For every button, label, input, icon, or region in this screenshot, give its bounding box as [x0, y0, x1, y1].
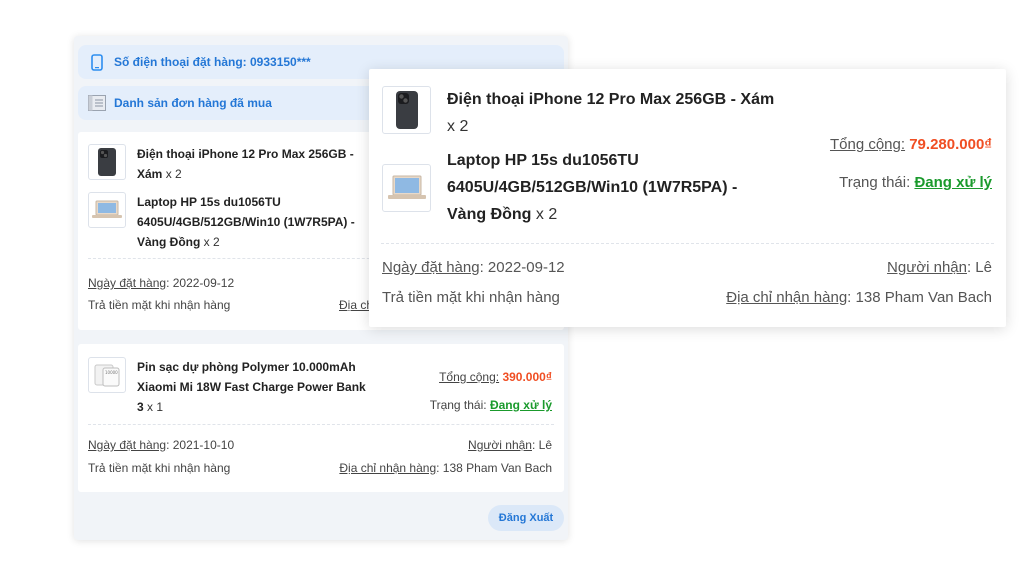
- status-link[interactable]: Đang xử lý: [914, 174, 992, 191]
- product-name[interactable]: Laptop HP 15s du1056TU 6405U/4GB/512GB/W…: [447, 147, 777, 228]
- product-qty: x 1: [147, 400, 164, 414]
- product-name[interactable]: Pin sạc dự phòng Polymer 10.000mAh Xiaom…: [137, 357, 372, 417]
- status-link[interactable]: Đang xử lý: [490, 398, 552, 412]
- powerbank-thumbnail: 10000: [88, 357, 126, 393]
- order-card[interactable]: 10000 Pin sạc dự phòng Polymer 10.000mAh…: [78, 344, 564, 492]
- svg-text:10000: 10000: [105, 370, 118, 375]
- order-item[interactable]: Điện thoại iPhone 12 Pro Max 256GB - Xám…: [382, 86, 777, 140]
- order-date: Ngày đặt hàng: 2021-10-10: [88, 438, 235, 452]
- order-item[interactable]: Điện thoại iPhone 12 Pro Max 256GB - Xám…: [88, 144, 372, 184]
- product-qty: x 2: [535, 206, 558, 223]
- purchased-list-label: Danh sản đơn hàng đã mua: [114, 96, 272, 110]
- laptop-thumbnail: [88, 192, 126, 228]
- iphone-thumbnail: [382, 86, 431, 134]
- laptop-thumbnail: [382, 164, 431, 212]
- delivery-address: Địa chỉ nhận hàng: 138 Pham Van Bach: [726, 289, 992, 306]
- order-status: Trạng thái: Đang xử lý: [429, 398, 552, 412]
- product-name[interactable]: Điện thoại iPhone 12 Pro Max 256GB - Xám…: [447, 86, 777, 140]
- product-qty: x 2: [165, 167, 182, 181]
- divider: [88, 424, 554, 425]
- product-qty: x 2: [203, 235, 220, 249]
- address-label: Địa ch: [339, 298, 374, 312]
- iphone-thumbnail: [88, 144, 126, 180]
- order-total: Tổng cộng: 390.000₫: [439, 370, 552, 384]
- product-name[interactable]: Điện thoại iPhone 12 Pro Max 256GB - Xám…: [137, 144, 372, 184]
- order-item[interactable]: Laptop HP 15s du1056TU 6405U/4GB/512GB/W…: [382, 147, 777, 228]
- order-item[interactable]: 10000 Pin sạc dự phòng Polymer 10.000mAh…: [88, 357, 372, 417]
- recipient: Người nhận: Lê: [468, 438, 552, 452]
- order-date: Ngày đặt hàng: 2022-09-12: [382, 259, 565, 276]
- stage: Số điện thoại đặt hàng: 0933150*** Danh …: [0, 0, 1024, 576]
- phone-icon: [88, 53, 106, 71]
- payment-method: Trả tiền mặt khi nhận hàng: [88, 298, 231, 312]
- order-item[interactable]: Laptop HP 15s du1056TU 6405U/4GB/512GB/W…: [88, 192, 372, 252]
- divider: [381, 243, 994, 244]
- order-date: Ngày đặt hàng: 2022-09-12: [88, 276, 235, 290]
- product-name[interactable]: Laptop HP 15s du1056TU 6405U/4GB/512GB/W…: [137, 192, 372, 252]
- payment-method: Trả tiền mặt khi nhận hàng: [88, 461, 231, 475]
- logout-button[interactable]: Đăng Xuất: [488, 505, 564, 531]
- order-detail-zoom: Điện thoại iPhone 12 Pro Max 256GB - Xám…: [369, 69, 1006, 327]
- order-total: Tổng cộng: 79.280.000₫: [829, 136, 992, 153]
- recipient: Người nhận: Lê: [887, 259, 992, 276]
- phone-number-label: Số điện thoại đặt hàng: 0933150***: [114, 55, 311, 69]
- list-icon: [88, 94, 106, 112]
- product-qty: x 2: [447, 118, 469, 135]
- payment-method: Trả tiền mặt khi nhận hàng: [382, 289, 560, 306]
- order-status: Trạng thái: Đang xử lý: [839, 174, 992, 191]
- delivery-address: Địa chỉ nhận hàng: 138 Pham Van Bach: [339, 461, 552, 475]
